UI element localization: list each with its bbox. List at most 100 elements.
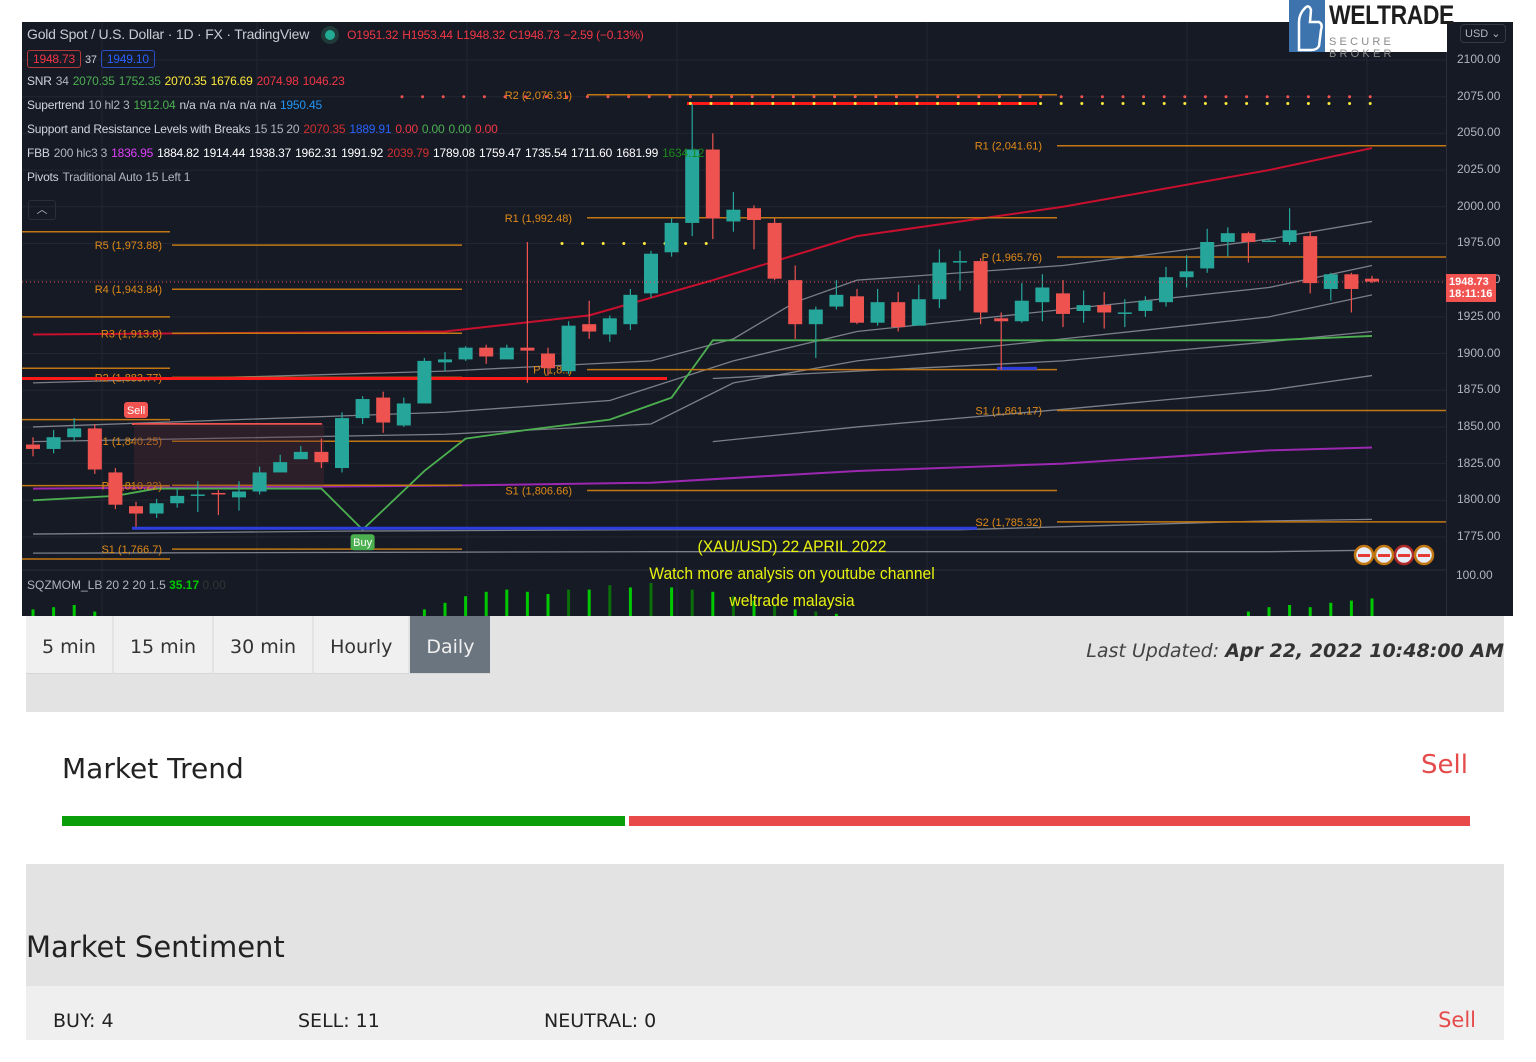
snr-dot bbox=[1162, 102, 1166, 106]
candle-bull bbox=[1076, 305, 1091, 311]
indicator-params: 15 15 20 bbox=[254, 122, 300, 136]
squeeze-bar bbox=[1267, 607, 1271, 616]
squeeze-bar bbox=[1308, 607, 1312, 616]
trade-buttons-row: 1948.73 37 1949.10 bbox=[27, 50, 159, 68]
snr-dot bbox=[956, 102, 960, 106]
indicator-value: 2070.35 bbox=[164, 74, 207, 88]
candle-bull bbox=[1138, 300, 1153, 311]
snr-dot bbox=[482, 95, 486, 99]
snr-dot bbox=[874, 102, 878, 106]
snr-dot bbox=[606, 95, 610, 99]
snr-dot bbox=[1203, 102, 1207, 106]
flag-stripe bbox=[1418, 554, 1430, 557]
weltrade-logo: WELTRADE SECURE BROKER bbox=[1289, 0, 1454, 60]
indicator-legend-supertrend[interactable]: Supertrend 10 hl2 3 1912.04 n/a n/a n/a n/a n/a… bbox=[27, 98, 326, 112]
pivot-level-label: R4 (1,943.84) bbox=[95, 284, 162, 296]
annotation-line-2: Watch more analysis on youtube channel bbox=[649, 564, 935, 583]
tab-daily[interactable]: Daily bbox=[410, 616, 493, 674]
snr-dot bbox=[565, 95, 569, 99]
squeeze-bar bbox=[525, 591, 529, 616]
indicator-legend-support-and-resistance-levels-with-breaks[interactable]: Support and Resistance Levels with Break… bbox=[27, 122, 502, 136]
snr-dot bbox=[1224, 95, 1228, 99]
squeeze-bar bbox=[464, 596, 468, 616]
currency-button[interactable]: USD ⌄ bbox=[1460, 24, 1506, 43]
snr-dot bbox=[1018, 95, 1022, 99]
snr-dot bbox=[1348, 95, 1352, 99]
candle-bull bbox=[726, 209, 741, 222]
indicator-value: 0.00 bbox=[475, 122, 498, 136]
snr-dot bbox=[1059, 95, 1063, 99]
indicator-value: n/a bbox=[179, 98, 196, 112]
indicator-name: Supertrend bbox=[27, 98, 85, 112]
tab-30-min[interactable]: 30 min bbox=[214, 616, 315, 674]
sell-price-button[interactable]: 1948.73 bbox=[27, 50, 81, 68]
sentiment-neutral-count: NEUTRAL: 0 bbox=[544, 1010, 657, 1032]
collapse-legend-button[interactable]: ︿ bbox=[28, 200, 56, 220]
indicator-params: Traditional Auto 15 Left 1 bbox=[62, 170, 191, 184]
snr-dot bbox=[544, 95, 548, 99]
candle-bear bbox=[1303, 236, 1318, 284]
low-value: L1948.32 bbox=[456, 28, 506, 42]
price-tick-label: 1800.00 bbox=[1457, 492, 1501, 507]
snr-dot bbox=[642, 241, 646, 245]
price-axis[interactable]: 2100.00 2075.00 2050.00 2025.00 2000.00 1975.… bbox=[1446, 22, 1513, 616]
indicator-legend-pivots[interactable]: Pivots Traditional Auto 15 Left 1 bbox=[27, 170, 194, 184]
squeeze-bar bbox=[422, 609, 426, 616]
snr-dot bbox=[730, 102, 734, 106]
candle-bear bbox=[376, 397, 391, 423]
bar-countdown: 18:11:16 bbox=[1449, 288, 1493, 300]
candle-bear bbox=[582, 324, 597, 332]
symbol-title[interactable]: Gold Spot / U.S. Dollar · 1D · FX · Trad… bbox=[27, 26, 309, 42]
pivot-level-label: S1 (1,861.17) bbox=[975, 406, 1042, 418]
candle-bear bbox=[788, 280, 803, 325]
snr-dot bbox=[936, 102, 940, 106]
last-updated: Last Updated: Apr 22, 2022 10:48:00 AM bbox=[1086, 640, 1504, 662]
buy-price-button[interactable]: 1949.10 bbox=[100, 50, 155, 68]
candle-bull bbox=[293, 451, 308, 460]
snr-dot bbox=[791, 95, 795, 99]
squeeze-bar bbox=[505, 589, 509, 616]
snr-dot bbox=[750, 102, 754, 106]
snr-dot bbox=[1348, 102, 1352, 106]
snr-dot bbox=[585, 95, 589, 99]
indicator-legend-snr[interactable]: SNR 34 2070.35 1752.35 2070.35 1676.69 2074.98… bbox=[27, 74, 349, 88]
indicator-value: 1676.69 bbox=[210, 74, 253, 88]
snr-dot bbox=[1368, 95, 1372, 99]
indicator-value: 1735.54 bbox=[525, 146, 567, 160]
snr-dot bbox=[622, 241, 626, 245]
annotation-line-1: (XAU/USD) 22 APRIL 2022 bbox=[697, 537, 887, 556]
logo-thumbs-up-icon bbox=[1289, 0, 1325, 52]
snr-dot bbox=[709, 95, 713, 99]
snr-dot bbox=[1306, 95, 1310, 99]
indicator-value: n/a bbox=[199, 98, 216, 112]
market-trend-signal: Sell bbox=[1421, 750, 1468, 780]
indicator-value: 1046.23 bbox=[302, 74, 345, 88]
snr-dot bbox=[791, 102, 795, 106]
snr-dot bbox=[1245, 102, 1249, 106]
bollinger-band-line bbox=[712, 330, 1373, 380]
candle-bear bbox=[850, 296, 864, 323]
snr-dot bbox=[647, 95, 651, 99]
snr-dot bbox=[833, 102, 837, 106]
snr-dot bbox=[894, 102, 898, 106]
tab-hourly[interactable]: Hourly bbox=[314, 616, 411, 674]
snr-dot bbox=[1059, 102, 1063, 106]
snr-dot bbox=[1327, 95, 1331, 99]
market-trend-card: Market Trend Sell bbox=[26, 712, 1504, 864]
candle-bull bbox=[953, 261, 967, 263]
indicator-legend-fbb[interactable]: FBB 200 hlc3 3 1836.95 1884.82 1914.44 1938.3… bbox=[27, 146, 708, 160]
snr-dot bbox=[1080, 95, 1084, 99]
snr-dot bbox=[1245, 95, 1249, 99]
squeeze-bar bbox=[1329, 602, 1333, 616]
indicator-value: 1938.37 bbox=[249, 146, 292, 160]
snr-dot bbox=[1039, 102, 1043, 106]
candle-bull bbox=[870, 302, 885, 323]
candle-bear bbox=[1241, 233, 1256, 242]
tab-5-min[interactable]: 5 min bbox=[26, 616, 114, 674]
tab-15-min[interactable]: 15 min bbox=[113, 616, 215, 674]
change-value: −2.59 (−0.13%) bbox=[563, 28, 644, 42]
indicator-value: 1884.82 bbox=[157, 146, 200, 160]
indicator-value: n/a bbox=[259, 98, 276, 112]
close-value: C1948.73 bbox=[509, 28, 560, 42]
trading-chart[interactable]: R5 (1,973.88) R4 (1,943.84) R3 (1,913.8) R2… bbox=[22, 22, 1513, 616]
